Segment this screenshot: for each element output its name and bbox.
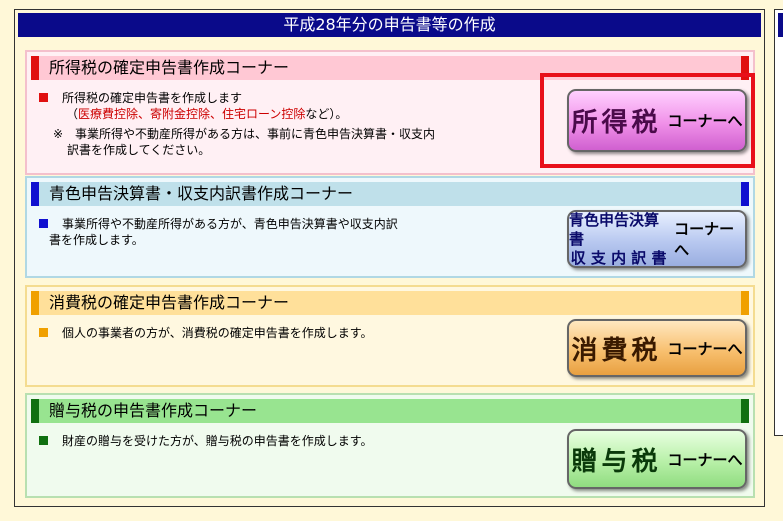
section-title: 所得税の確定申告書作成コーナー — [49, 58, 290, 77]
section-description: 個人の事業者の方が、消費税の確定申告書を作成します。 — [39, 325, 519, 341]
section-header-gift-tax: 贈与税の申告書作成コーナー — [31, 399, 749, 423]
page-title: 平成28年分の申告書等の作成 — [18, 13, 761, 37]
paren-close: など）。 — [305, 107, 348, 121]
section-marker — [31, 56, 39, 80]
section-marker — [31, 291, 39, 315]
bullet-square-icon — [39, 219, 48, 228]
section-marker — [741, 399, 749, 423]
blue-return-corner-button[interactable]: 青色申告決算書 収 支 内 訳 書 コーナーへ — [567, 210, 747, 268]
section-gift-tax: 贈与税の申告書作成コーナー 財産の贈与を受けた方が、贈与税の申告書を作成します。… — [25, 393, 755, 498]
section-description: 事業所得や不動産所得がある方が、青色申告決算書や収支内訳 書を作成します。 — [39, 216, 519, 248]
section-header-blue-return: 青色申告決算書・収支内訳書作成コーナー — [31, 182, 749, 206]
section-description: 所得税の確定申告書を作成します （医療費控除、寄附金控除、住宅ローン控除など）。… — [39, 90, 519, 158]
section-marker — [31, 182, 39, 206]
section-consumption-tax: 消費税の確定申告書作成コーナー 個人の事業者の方が、消費税の確定申告書を作成しま… — [25, 285, 755, 387]
button-sub-label: コーナーへ — [667, 450, 743, 469]
section-marker — [31, 399, 39, 423]
section-title: 贈与税の申告書作成コーナー — [49, 401, 258, 420]
section-marker — [741, 291, 749, 315]
main-panel: 平成28年分の申告書等の作成 所得税の確定申告書作成コーナー 所得税の確定申告書… — [14, 9, 765, 507]
bullet-square-icon — [39, 436, 48, 445]
side-panel-title-bar — [778, 13, 783, 37]
button-line-1: 青色申告決算書 — [569, 210, 660, 248]
gift-tax-corner-button[interactable]: 贈与税 コーナーへ — [567, 429, 747, 489]
description-text: 所得税の確定申告書を作成します — [62, 91, 243, 105]
bullet-square-icon — [39, 328, 48, 337]
button-sub-label: コーナーへ — [674, 220, 735, 259]
section-blue-return: 青色申告決算書・収支内訳書作成コーナー 事業所得や不動産所得がある方が、青色申告… — [25, 176, 755, 278]
description-text: 個人の事業者の方が、消費税の確定申告書を作成します。 — [62, 326, 373, 340]
section-marker — [741, 182, 749, 206]
deduction-links-text: 医療費控除、寄附金控除、住宅ローン控除 — [78, 107, 306, 121]
button-sub-label: コーナーへ — [667, 339, 743, 358]
description-text: 事業所得や不動産所得がある方が、青色申告決算書や収支内訳 — [62, 217, 398, 231]
income-tax-button-highlight — [540, 73, 755, 168]
button-main-label: 青色申告決算書 収 支 内 訳 書 — [569, 211, 668, 268]
section-title: 青色申告決算書・収支内訳書作成コーナー — [49, 184, 354, 203]
button-main-label: 消費税 — [571, 335, 662, 366]
button-main-label: 贈与税 — [571, 446, 662, 477]
note-text: ※ 事業所得や不動産所得がある方は、事前に青色申告決算書・収支内 — [53, 127, 436, 141]
section-title: 消費税の確定申告書作成コーナー — [49, 293, 290, 312]
note-text-continued: 訳書を作成してください。 — [67, 143, 211, 157]
description-text: 財産の贈与を受けた方が、贈与税の申告書を作成します。 — [62, 434, 373, 448]
bullet-square-icon — [39, 93, 48, 102]
consumption-tax-corner-button[interactable]: 消費税 コーナーへ — [567, 319, 747, 377]
description-text-continued: 書を作成します。 — [49, 233, 144, 247]
button-line-2: 収 支 内 訳 書 — [570, 248, 667, 267]
section-header-consumption-tax: 消費税の確定申告書作成コーナー — [31, 291, 749, 315]
side-panel — [774, 9, 783, 436]
section-description: 財産の贈与を受けた方が、贈与税の申告書を作成します。 — [39, 433, 519, 449]
paren-open: （ — [66, 107, 79, 121]
